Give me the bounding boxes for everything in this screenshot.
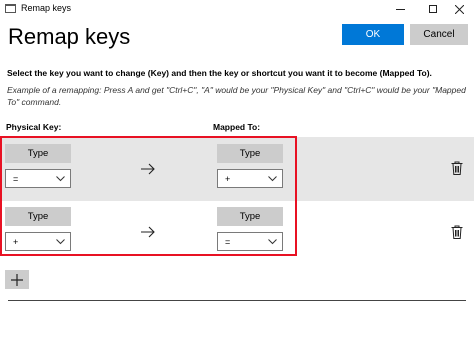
- mapped-key-value: =: [225, 237, 231, 247]
- mapped-type-button[interactable]: Type: [217, 207, 283, 226]
- arrow-right-icon: [141, 163, 155, 175]
- minimize-icon: [395, 8, 405, 10]
- trash-icon[interactable]: [451, 161, 463, 175]
- window-title: Remap keys: [21, 3, 72, 13]
- add-remap-button[interactable]: [5, 270, 29, 289]
- maximize-icon: [429, 5, 437, 13]
- physical-key-value: =: [13, 174, 19, 184]
- physical-type-button[interactable]: Type: [5, 207, 71, 226]
- trash-icon[interactable]: [451, 225, 463, 239]
- title-bar: Remap keys: [0, 0, 474, 18]
- arrow-right-icon: [141, 226, 155, 238]
- physical-type-button[interactable]: Type: [5, 144, 71, 163]
- chevron-down-icon: [56, 239, 65, 245]
- mapped-type-button[interactable]: Type: [217, 144, 283, 163]
- physical-key-header: Physical Key:: [6, 122, 62, 132]
- close-button[interactable]: [444, 0, 474, 18]
- physical-key-select[interactable]: =: [5, 169, 71, 188]
- physical-key-value: +: [13, 237, 19, 247]
- cancel-button[interactable]: Cancel: [410, 24, 468, 45]
- example-text: Example of a remapping: Press A and get …: [7, 85, 466, 107]
- chevron-down-icon: [56, 176, 65, 182]
- keyboard-icon: [5, 4, 16, 13]
- mapped-key-value: +: [225, 174, 231, 184]
- plus-icon: [11, 273, 23, 286]
- chevron-down-icon: [268, 239, 277, 245]
- close-icon: [454, 4, 464, 14]
- mapped-key-select[interactable]: +: [217, 169, 283, 188]
- physical-key-select[interactable]: +: [5, 232, 71, 251]
- page-title: Remap keys: [8, 24, 131, 49]
- ok-button[interactable]: OK: [342, 24, 404, 45]
- mapped-to-header: Mapped To:: [213, 122, 261, 132]
- instruction-text: Select the key you want to change (Key) …: [7, 68, 432, 78]
- chevron-down-icon: [268, 176, 277, 182]
- mapped-key-select[interactable]: =: [217, 232, 283, 251]
- divider: [8, 300, 466, 301]
- minimize-button[interactable]: [385, 0, 415, 18]
